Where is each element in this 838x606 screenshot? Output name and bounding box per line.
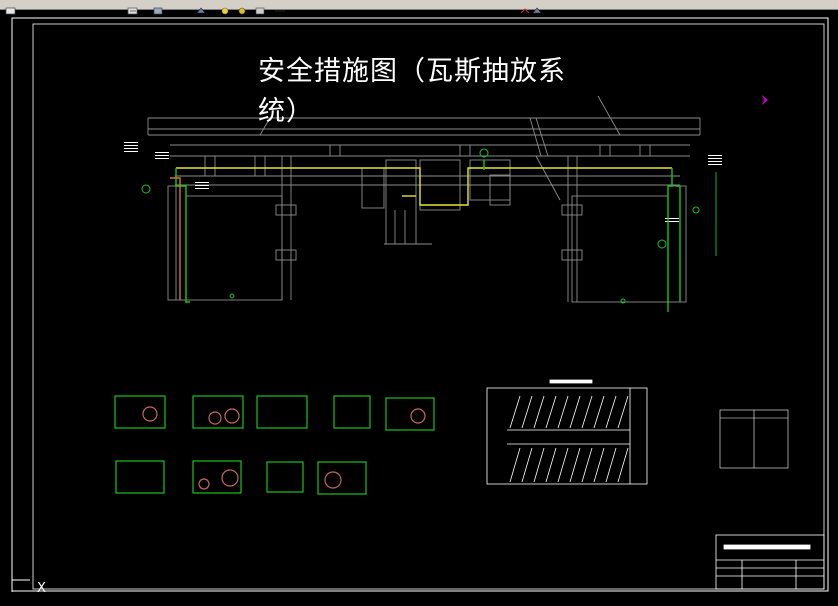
green-pipe-right — [667, 168, 673, 312]
legend-table — [719, 409, 789, 469]
bulb-icon[interactable] — [195, 0, 207, 14]
drawing-title-line2: 统） — [258, 96, 314, 127]
green-pipe-right-2 — [676, 185, 681, 302]
sun-icon[interactable] — [219, 0, 231, 15]
cross-section-details — [114, 395, 435, 495]
orange-pipe-left — [170, 177, 181, 300]
properties-icon[interactable] — [127, 0, 139, 15]
linetype-icon[interactable] — [274, 0, 286, 12]
outer-frame — [11, 17, 829, 592]
gas-drainage-pipes — [170, 160, 717, 312]
cube-icon[interactable] — [152, 0, 164, 15]
drawing-canvas[interactable]: 安全措施图（瓦斯抽放系 统） X — [0, 9, 838, 602]
lineweight-icon[interactable] — [520, 0, 542, 14]
drawing-title-line1: 安全措施图（瓦斯抽放系 — [258, 56, 566, 87]
color-icon[interactable] — [254, 0, 266, 15]
drawing-svg — [11, 17, 829, 592]
layer-icon[interactable] — [5, 0, 17, 15]
lock-icon[interactable] — [236, 0, 248, 15]
ucs-x-label: X — [37, 581, 46, 596]
green-pipe-left — [175, 168, 190, 303]
magenta-marker — [762, 95, 768, 105]
title-block — [715, 534, 825, 590]
ucs-icon — [11, 579, 30, 592]
longwall-section — [486, 379, 648, 485]
mine-tunnel-plan — [147, 95, 701, 303]
inner-frame — [32, 23, 825, 590]
yellow-pipe — [176, 167, 672, 206]
